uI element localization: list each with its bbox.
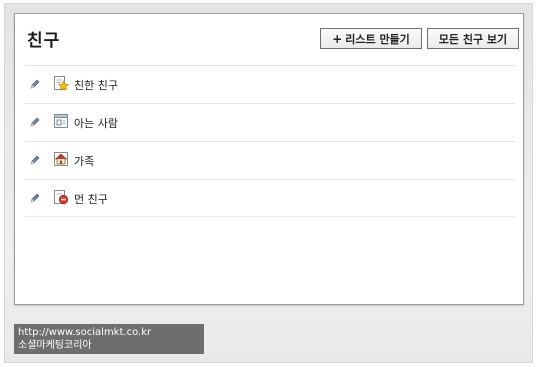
create-list-button-label: 리스트 만들기 xyxy=(345,32,410,46)
acquaintance-list-icon xyxy=(54,114,68,128)
view-all-friends-button[interactable]: 모든 친구 보기 xyxy=(427,28,519,49)
list-item-label[interactable]: 아는 사람 xyxy=(74,115,118,131)
friends-panel: 친구 + 리스트 만들기 모든 친구 보기 친한 친구 아는 사람 가족 먼 친… xyxy=(14,13,524,305)
plus-icon: + xyxy=(332,31,343,46)
list-item-restricted: 먼 친구 xyxy=(25,179,515,217)
page-title: 친구 xyxy=(27,31,61,51)
watermark-name: 소셜마케팅코리아 xyxy=(18,340,92,351)
list-item-family: 가족 xyxy=(25,141,515,179)
restricted-list-icon xyxy=(54,190,69,205)
list-item-close-friends: 친한 친구 xyxy=(25,65,515,103)
list-item-acquaintances: 아는 사람 xyxy=(25,103,515,141)
star-list-icon xyxy=(54,76,69,91)
list-item-label[interactable]: 가족 xyxy=(74,153,94,169)
pencil-icon[interactable] xyxy=(29,154,41,166)
list-item-label[interactable]: 먼 친구 xyxy=(74,191,108,207)
house-list-icon xyxy=(54,152,68,166)
pencil-icon[interactable] xyxy=(29,192,41,204)
list-item-label[interactable]: 친한 친구 xyxy=(74,77,118,93)
watermark: http://www.socialmkt.co.kr 소셜마케팅코리아 xyxy=(14,324,204,354)
create-list-button[interactable]: + 리스트 만들기 xyxy=(320,28,422,49)
watermark-url: http://www.socialmkt.co.kr xyxy=(18,327,152,338)
friend-lists: 친한 친구 아는 사람 가족 먼 친구 xyxy=(25,65,515,217)
view-all-friends-button-label: 모든 친구 보기 xyxy=(438,32,508,46)
pencil-icon[interactable] xyxy=(29,116,41,128)
pencil-icon[interactable] xyxy=(29,78,41,90)
